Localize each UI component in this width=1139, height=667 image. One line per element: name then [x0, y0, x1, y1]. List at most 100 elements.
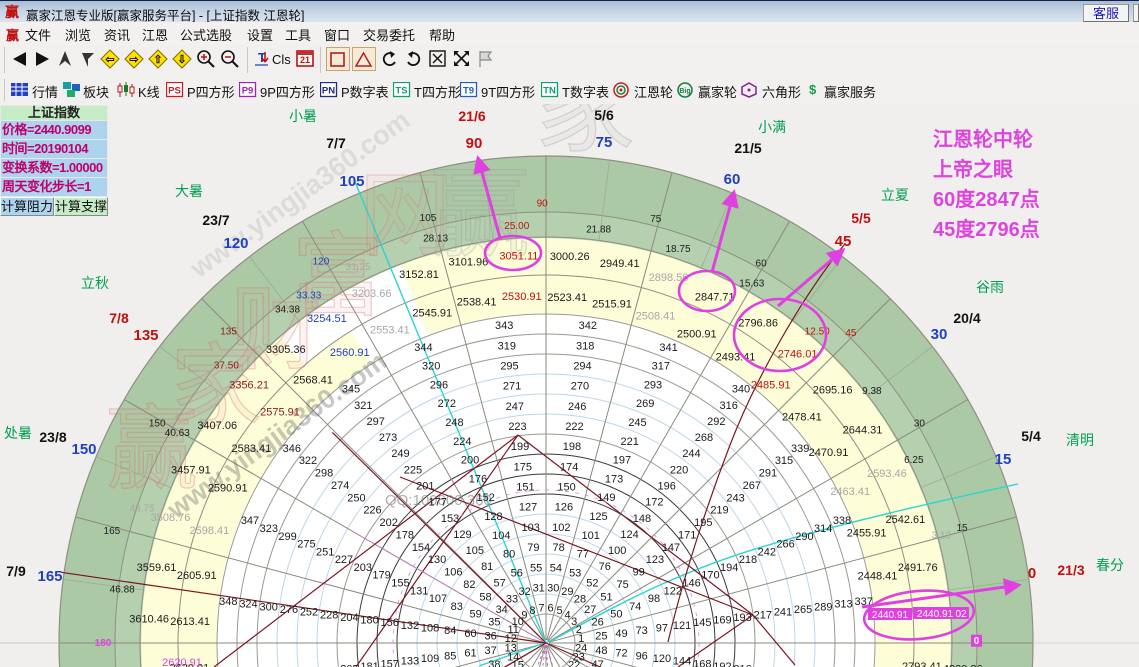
svg-text:2478.41: 2478.41 — [782, 411, 822, 423]
svg-text:200: 200 — [461, 455, 479, 467]
svg-text:104: 104 — [492, 530, 510, 542]
svg-text:227: 227 — [335, 554, 353, 566]
svg-text:60度2847点: 60度2847点 — [933, 187, 1040, 211]
svg-text:2695.16: 2695.16 — [813, 384, 853, 396]
svg-text:31.25: 31.25 — [346, 262, 371, 273]
svg-text:315: 315 — [775, 455, 793, 467]
svg-text:345: 345 — [342, 384, 360, 396]
svg-text:172: 172 — [645, 497, 663, 509]
svg-text:0: 0 — [1028, 565, 1036, 582]
svg-text:21: 21 — [300, 55, 310, 65]
svg-text:196: 196 — [658, 481, 676, 493]
svg-text:清明: 清明 — [1066, 432, 1094, 448]
svg-text:75: 75 — [596, 134, 613, 151]
svg-text:2644.31: 2644.31 — [843, 424, 883, 436]
svg-text:316: 316 — [720, 400, 738, 412]
svg-text:79: 79 — [527, 542, 539, 554]
svg-text:27: 27 — [584, 604, 596, 616]
svg-text:225: 225 — [404, 464, 422, 476]
svg-text:149: 149 — [597, 492, 615, 504]
svg-text:55: 55 — [530, 562, 542, 574]
svg-text:266: 266 — [776, 539, 794, 551]
svg-text:154: 154 — [412, 542, 430, 554]
svg-text:242: 242 — [758, 546, 776, 558]
svg-text:147: 147 — [662, 542, 680, 554]
svg-text:60: 60 — [464, 628, 476, 640]
svg-text:6: 6 — [548, 603, 554, 615]
svg-text:46.88: 46.88 — [110, 585, 135, 596]
svg-text:30: 30 — [931, 326, 948, 343]
svg-text:292: 292 — [707, 416, 725, 428]
svg-text:7/8: 7/8 — [109, 310, 129, 326]
svg-text:220: 220 — [670, 464, 688, 476]
svg-text:51: 51 — [600, 591, 612, 603]
svg-text:82: 82 — [463, 579, 475, 591]
svg-text:15: 15 — [956, 523, 968, 534]
svg-text:23/8: 23/8 — [39, 429, 66, 445]
svg-text:252: 252 — [300, 607, 318, 619]
svg-text:3.13: 3.13 — [932, 531, 952, 542]
svg-text:T9: T9 — [463, 86, 474, 97]
svg-text:222: 222 — [565, 421, 583, 433]
svg-text:2553.41: 2553.41 — [370, 325, 410, 337]
svg-text:2491.76: 2491.76 — [898, 562, 938, 574]
svg-text:199: 199 — [511, 441, 529, 453]
svg-text:347: 347 — [241, 515, 259, 527]
svg-text:319: 319 — [498, 340, 516, 352]
svg-text:77: 77 — [577, 549, 589, 561]
svg-text:343: 343 — [495, 320, 513, 332]
svg-text:2530.91: 2530.91 — [502, 291, 542, 303]
svg-text:59: 59 — [469, 609, 481, 621]
svg-text:2590.91: 2590.91 — [208, 483, 248, 495]
svg-text:120: 120 — [223, 235, 248, 252]
svg-text:296: 296 — [430, 379, 448, 391]
svg-text:320: 320 — [422, 361, 440, 373]
svg-text:大暑: 大暑 — [175, 183, 203, 199]
svg-text:244: 244 — [682, 448, 700, 460]
svg-text:273: 273 — [379, 432, 397, 444]
svg-text:171: 171 — [678, 530, 696, 542]
svg-text:4830.86: 4830.86 — [943, 663, 983, 667]
svg-text:97: 97 — [656, 623, 668, 635]
svg-text:33.33: 33.33 — [296, 291, 321, 302]
svg-text:176: 176 — [469, 473, 487, 485]
svg-text:2463.41: 2463.41 — [830, 486, 870, 498]
svg-text:243: 243 — [726, 492, 744, 504]
svg-text:174: 174 — [560, 461, 578, 473]
svg-text:101: 101 — [582, 530, 600, 542]
svg-text:2605.91: 2605.91 — [177, 570, 217, 582]
svg-text:90: 90 — [466, 135, 483, 152]
svg-text:344: 344 — [414, 342, 432, 354]
svg-text:203: 203 — [354, 562, 372, 574]
svg-text:75: 75 — [616, 579, 628, 591]
svg-text:291: 291 — [759, 468, 777, 480]
svg-text:37.50: 37.50 — [214, 361, 239, 372]
svg-text:250: 250 — [347, 492, 365, 504]
svg-text:PN: PN — [322, 86, 335, 97]
svg-text:⇧: ⇧ — [153, 54, 162, 66]
svg-text:157: 157 — [381, 658, 399, 667]
svg-text:102: 102 — [552, 522, 570, 534]
svg-text:135: 135 — [133, 327, 158, 344]
svg-text:2793.41: 2793.41 — [902, 661, 942, 667]
svg-text:3152.81: 3152.81 — [399, 269, 439, 281]
svg-text:323: 323 — [260, 523, 278, 535]
svg-text:2568.41: 2568.41 — [293, 375, 333, 387]
svg-text:177: 177 — [429, 497, 447, 509]
svg-text:34.38: 34.38 — [275, 305, 300, 316]
svg-text:251: 251 — [316, 546, 334, 558]
svg-text:269: 269 — [636, 398, 654, 410]
svg-text:322: 322 — [299, 455, 317, 467]
svg-text:15: 15 — [512, 659, 524, 667]
svg-text:340: 340 — [732, 384, 750, 396]
svg-text:小满: 小满 — [758, 119, 786, 135]
svg-text:290: 290 — [795, 531, 813, 543]
svg-text:202: 202 — [380, 517, 398, 529]
svg-text:60: 60 — [756, 258, 768, 269]
svg-text:2583.41: 2583.41 — [232, 443, 272, 455]
svg-text:193: 193 — [733, 612, 751, 624]
svg-text:5/5: 5/5 — [851, 210, 871, 226]
svg-text:153: 153 — [441, 513, 459, 525]
svg-text:⇨: ⇨ — [129, 54, 139, 66]
svg-text:150: 150 — [149, 419, 166, 430]
